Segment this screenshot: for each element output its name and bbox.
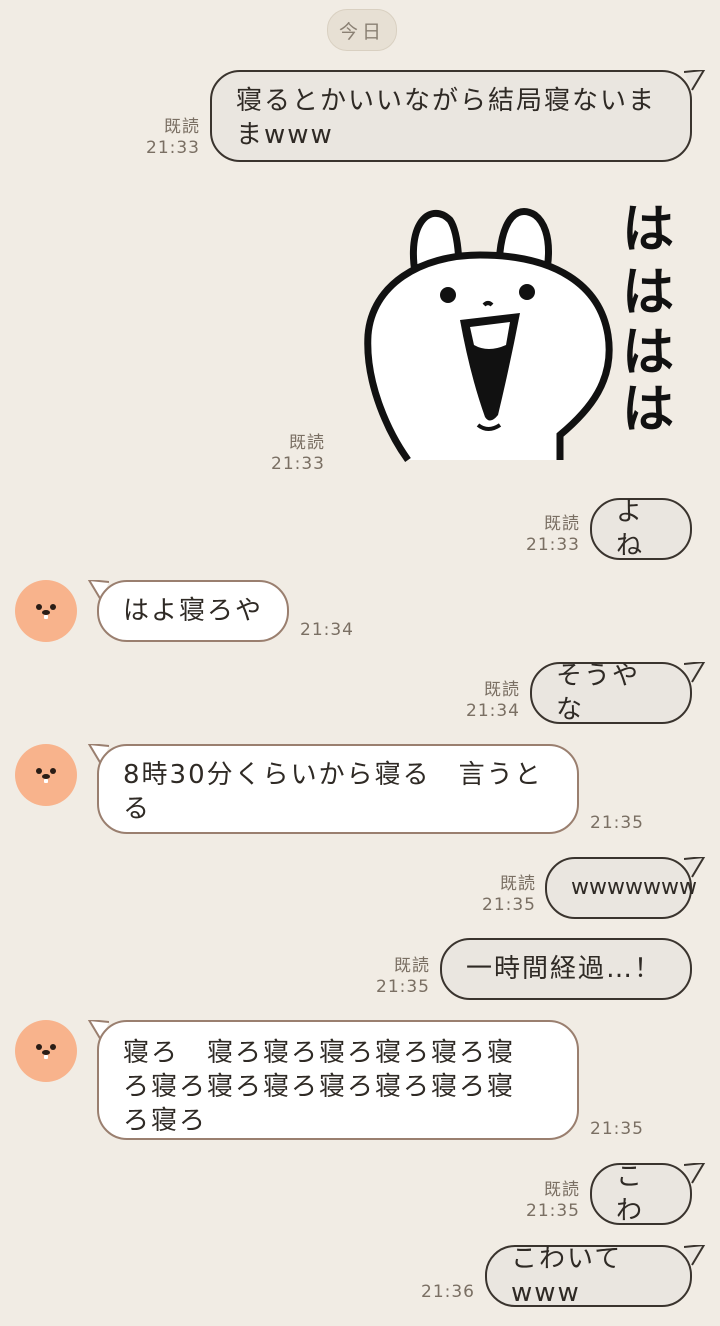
bubble-tail xyxy=(684,1163,706,1184)
message-meta: 既読 21:33 xyxy=(140,117,200,159)
message-meta: 既読 21:35 xyxy=(476,874,536,916)
message-bubble-sent[interactable]: よね xyxy=(590,497,692,561)
laughing-rabbit-sticker[interactable]: は は は は xyxy=(360,195,690,475)
message-text: 一時間経過…！ xyxy=(466,954,663,984)
avatar[interactable] xyxy=(15,744,77,806)
timestamp: 21:35 xyxy=(590,813,644,833)
message-text: 寝るとかいいながら結局寝ないままwww xyxy=(236,86,657,150)
avatar[interactable] xyxy=(15,1020,77,1082)
timestamp: 21:36 xyxy=(421,1282,475,1302)
message-bubble-sent[interactable]: 寝るとかいいながら結局寝ないままwww xyxy=(210,70,692,162)
avatar[interactable] xyxy=(15,580,77,642)
message-meta: 既読 21:33 xyxy=(520,514,580,556)
timestamp: 21:35 xyxy=(590,1119,644,1139)
message-bubble-sent[interactable]: 一時間経過…！ xyxy=(440,938,692,1000)
message-text: 寝ろ 寝ろ寝ろ寝ろ寝ろ寝ろ寝ろ寝ろ寝ろ寝ろ寝ろ寝ろ寝ろ寝ろ寝ろ xyxy=(123,1038,516,1136)
sticker-char: は xyxy=(622,323,674,383)
read-receipt: 既読 xyxy=(500,874,536,894)
timestamp: 21:34 xyxy=(466,701,520,721)
sticker-char: は xyxy=(622,380,674,440)
timestamp: 21:34 xyxy=(300,620,354,640)
message-text: wwwwwww xyxy=(571,875,697,900)
message-text: こわ xyxy=(616,1162,645,1226)
read-receipt: 既読 xyxy=(164,117,200,137)
message-text: 8時30分くらいから寝る 言うとる xyxy=(123,760,543,824)
message-text: はよ寝ろや xyxy=(123,596,264,626)
read-receipt: 既読 xyxy=(394,956,430,976)
message-bubble-sent[interactable]: wwwwwww xyxy=(545,857,697,919)
timestamp: 21:33 xyxy=(271,454,325,474)
sticker-char: は xyxy=(622,263,674,323)
message-bubble-sent[interactable]: こわいてwww xyxy=(485,1244,692,1308)
message-bubble-received[interactable]: 8時30分くらいから寝る 言うとる xyxy=(97,744,579,834)
read-receipt: 既読 xyxy=(544,514,580,534)
timestamp: 21:35 xyxy=(376,977,430,997)
date-divider: 今日 xyxy=(327,9,397,51)
timestamp: 21:35 xyxy=(482,895,536,915)
bubble-tail xyxy=(684,70,706,91)
timestamp: 21:33 xyxy=(146,138,200,158)
message-meta: 既読 21:33 xyxy=(270,433,325,475)
message-bubble-received[interactable]: 寝ろ 寝ろ寝ろ寝ろ寝ろ寝ろ寝ろ寝ろ寝ろ寝ろ寝ろ寝ろ寝ろ寝ろ寝ろ xyxy=(97,1020,579,1140)
sticker-char: は xyxy=(622,200,674,260)
bubble-tail xyxy=(684,857,706,878)
message-text: よね xyxy=(616,497,645,561)
read-receipt: 既読 xyxy=(544,1180,580,1200)
message-bubble-sent[interactable]: こわ xyxy=(590,1162,692,1226)
read-receipt: 既読 xyxy=(289,433,325,453)
timestamp: 21:35 xyxy=(526,1201,580,1221)
timestamp: 21:33 xyxy=(526,535,580,555)
message-meta: 既読 21:35 xyxy=(370,956,430,998)
message-text: こわいてwww xyxy=(511,1244,623,1308)
message-text: そうやな xyxy=(556,661,641,725)
bubble-tail xyxy=(684,1245,706,1266)
message-meta: 既読 21:34 xyxy=(460,680,520,722)
bubble-tail xyxy=(684,662,706,683)
message-meta: 既読 21:35 xyxy=(520,1180,580,1222)
message-bubble-sent[interactable]: そうやな xyxy=(530,661,692,725)
read-receipt: 既読 xyxy=(484,680,520,700)
message-bubble-received[interactable]: はよ寝ろや xyxy=(97,580,289,642)
